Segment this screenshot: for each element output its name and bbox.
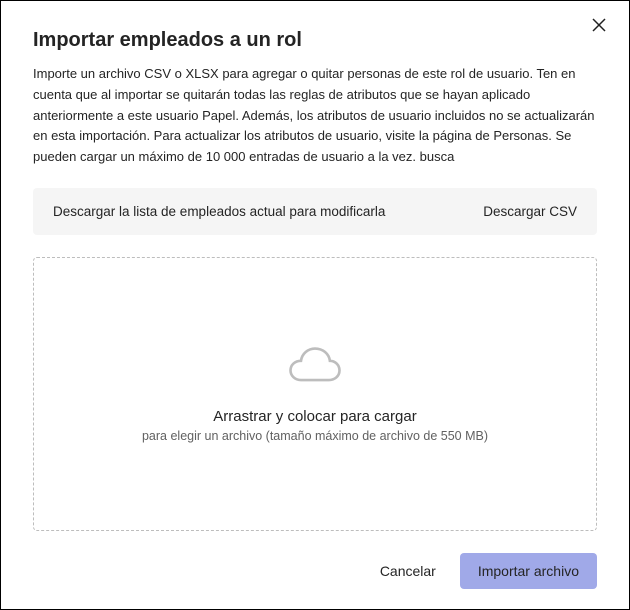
- cancel-button[interactable]: Cancelar: [374, 555, 442, 587]
- dialog-title: Importar empleados a un rol: [33, 29, 597, 52]
- import-employees-dialog: Importar empleados a un rol Importe un a…: [0, 0, 630, 610]
- close-button[interactable]: [587, 15, 611, 39]
- dialog-footer: Cancelar Importar archivo: [33, 553, 597, 589]
- import-file-button[interactable]: Importar archivo: [460, 553, 597, 589]
- dropzone-subtitle: para elegir un archivo (tamaño máximo de…: [142, 429, 488, 443]
- dropzone-title: Arrastrar y colocar para cargar: [213, 408, 416, 425]
- download-label: Descargar la lista de empleados actual p…: [53, 204, 385, 219]
- download-bar: Descargar la lista de empleados actual p…: [33, 188, 597, 235]
- file-dropzone[interactable]: Arrastrar y colocar para cargar para ele…: [33, 257, 597, 531]
- download-csv-button[interactable]: Descargar CSV: [483, 204, 577, 219]
- cloud-upload-icon: [287, 345, 343, 392]
- dialog-description: Importe un archivo CSV o XLSX para agreg…: [33, 64, 597, 168]
- close-icon: [591, 17, 607, 38]
